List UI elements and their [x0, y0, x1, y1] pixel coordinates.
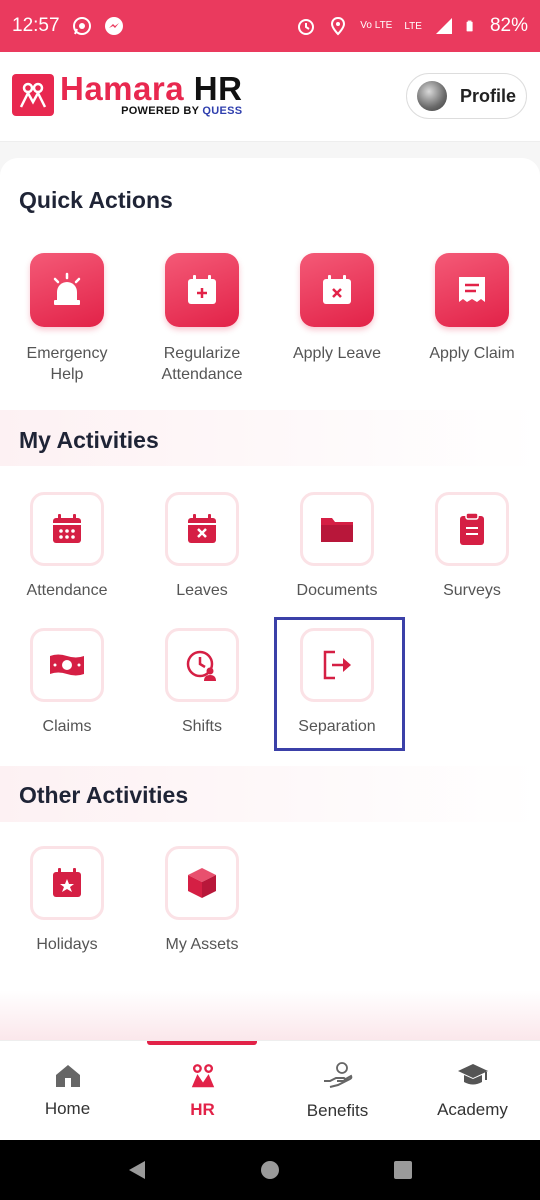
home-icon — [55, 1065, 80, 1087]
activity-label: Attendance — [26, 582, 108, 599]
other-activities-title: Other Activities — [19, 782, 189, 808]
messenger-icon — [104, 17, 123, 35]
activity-leaves[interactable]: Leaves — [137, 492, 267, 600]
back-icon[interactable] — [127, 1159, 147, 1181]
battery-percent: 82% — [489, 15, 528, 36]
quick-action-label: Emergency Help — [26, 345, 108, 383]
activity-my-assets[interactable]: My Assets — [137, 846, 267, 954]
nav-label: Home — [44, 1099, 91, 1118]
hand-coin-icon — [323, 1062, 352, 1088]
activity-label: Leaves — [176, 582, 228, 599]
logo-quess: QUESS — [202, 105, 243, 117]
main-card: Quick Actions Emergency Help Regularize … — [0, 158, 540, 1038]
quick-actions-title: Quick Actions — [19, 187, 173, 213]
highlight-box — [274, 617, 405, 751]
status-bar: 12:57 Vo LTE LTE 82% — [0, 0, 540, 52]
nav-home[interactable]: Home — [0, 1041, 135, 1141]
activity-surveys[interactable]: Surveys — [407, 492, 537, 600]
activity-attendance[interactable]: Attendance — [2, 492, 132, 600]
quick-action-emergency-help[interactable]: Emergency Help — [7, 253, 127, 385]
activity-label: Claims — [42, 718, 92, 735]
nav-label: Academy — [437, 1100, 508, 1119]
system-nav-bar — [0, 1140, 540, 1200]
avatar — [417, 81, 447, 111]
nav-active-indicator — [147, 1041, 257, 1045]
calendar-star-icon — [53, 868, 81, 897]
quick-action-apply-leave[interactable]: Apply Leave — [277, 253, 397, 364]
activity-shifts[interactable]: Shifts — [137, 628, 267, 736]
quick-action-label: Apply Leave — [292, 345, 382, 362]
activity-label: Shifts — [181, 718, 222, 735]
calendar-x-icon — [323, 275, 351, 304]
alarm-icon — [298, 19, 315, 35]
signal-icon — [435, 18, 452, 34]
quick-action-apply-claim[interactable]: Apply Claim — [412, 253, 532, 364]
network-label: Vo LTE — [360, 20, 393, 31]
box-icon — [188, 868, 216, 898]
activity-label: Holidays — [36, 936, 98, 953]
activity-label: My Assets — [165, 936, 239, 953]
activity-documents[interactable]: Documents — [272, 492, 402, 600]
activity-claims[interactable]: Claims — [2, 628, 132, 736]
people-icon — [191, 1064, 214, 1088]
activity-label: Surveys — [443, 582, 501, 599]
quick-action-label: Apply Claim — [429, 345, 515, 362]
activity-label: Documents — [296, 582, 378, 599]
recents-icon[interactable] — [393, 1160, 413, 1180]
quick-action-regularize-attendance[interactable]: Regularize Attendance — [142, 253, 262, 385]
my-activities-title: My Activities — [19, 427, 159, 453]
clock-user-icon — [186, 650, 216, 681]
promo-band — [0, 990, 540, 1040]
nav-benefits[interactable]: Benefits — [270, 1041, 405, 1141]
calendar-icon — [53, 514, 81, 543]
people-logo-icon — [19, 82, 47, 108]
clipboard-icon — [460, 512, 484, 545]
whatsapp-icon — [72, 17, 91, 35]
bottom-nav: Home HR Benefits Academy — [0, 1040, 540, 1140]
profile-button[interactable]: Profile — [406, 73, 527, 119]
graduation-cap-icon — [457, 1064, 488, 1085]
lte-label: LTE — [404, 20, 422, 32]
nav-label: Benefits — [306, 1101, 369, 1120]
battery-icon — [466, 20, 473, 32]
logo-word-hamara: Hamara — [60, 70, 185, 107]
quick-action-label: Regularize Attendance — [161, 345, 243, 383]
nav-hr[interactable]: HR — [135, 1041, 270, 1141]
banknote-icon — [50, 654, 84, 676]
profile-label: Profile — [460, 85, 517, 106]
folder-icon — [321, 518, 353, 542]
status-time: 12:57 — [12, 15, 60, 36]
home-circle-icon[interactable] — [260, 1160, 280, 1180]
location-icon — [331, 16, 346, 36]
siren-icon — [53, 272, 81, 305]
calendar-x-icon — [188, 514, 216, 543]
nav-academy[interactable]: Academy — [405, 1041, 540, 1141]
hamara-hr-logo: Hamara HR POWERED BY QUESS — [12, 72, 242, 117]
nav-label: HR — [190, 1100, 215, 1119]
logo-word-hr: HR — [193, 70, 243, 107]
activity-holidays[interactable]: Holidays — [2, 846, 132, 954]
logo-powered-by: POWERED BY — [121, 105, 200, 117]
network-indicator: Vo LTE — [360, 21, 392, 31]
calendar-plus-icon — [188, 275, 216, 304]
receipt-icon — [459, 277, 485, 302]
logo-mark — [12, 73, 54, 116]
